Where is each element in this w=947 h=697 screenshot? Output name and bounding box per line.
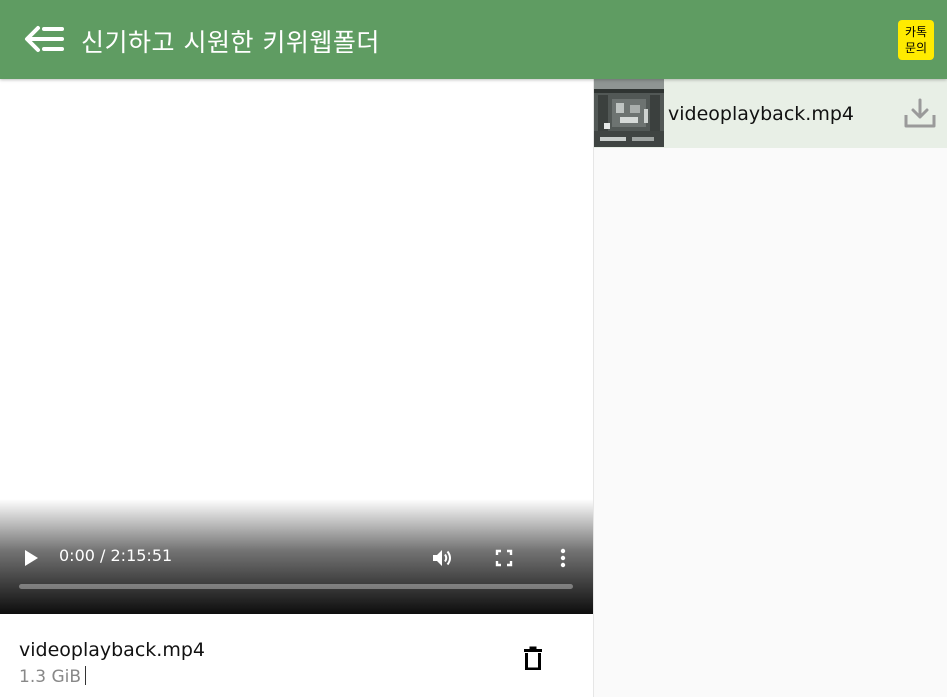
volume-icon — [433, 550, 451, 566]
time-display: 0:00 / 2:15:51 — [59, 546, 173, 565]
file-info: videoplayback.mp4 1.3 GiB — [0, 614, 593, 697]
download-button[interactable] — [902, 95, 938, 131]
more-vertical-icon — [560, 548, 566, 568]
file-size-row: 1.3 GiB — [19, 666, 86, 687]
more-options-button[interactable] — [550, 543, 576, 573]
back-button[interactable] — [22, 22, 66, 56]
kakao-inquiry-button[interactable]: 카톡 문의 — [898, 20, 934, 60]
separator-bar — [85, 666, 86, 685]
app-root: 신기하고 시원한 키위웹폴더 카톡 문의 0:00 / 2:15:51 vide… — [0, 0, 947, 697]
page-title: 신기하고 시원한 키위웹폴더 — [81, 28, 380, 57]
arrow-left-lines-icon — [25, 26, 64, 52]
download-icon — [904, 98, 936, 128]
video-thumbnail — [594, 79, 664, 147]
viewer-pane: 0:00 / 2:15:51 videoplayback.mp4 1.3 GiB — [0, 79, 593, 697]
trash-icon — [524, 646, 542, 670]
file-size: 1.3 GiB — [19, 667, 81, 687]
file-list-pane: videoplayback.mp4 — [593, 79, 947, 697]
kakao-label-line1: 카톡 — [904, 25, 928, 39]
fullscreen-button[interactable] — [489, 543, 519, 573]
delete-button[interactable] — [518, 642, 548, 674]
fullscreen-icon — [495, 549, 513, 567]
video-player[interactable]: 0:00 / 2:15:51 — [0, 79, 593, 614]
video-controls: 0:00 / 2:15:51 — [0, 499, 593, 614]
list-item-name: videoplayback.mp4 — [668, 103, 854, 125]
top-app-bar: 신기하고 시원한 키위웹폴더 카톡 문의 — [0, 0, 947, 79]
volume-button[interactable] — [428, 543, 458, 573]
list-item[interactable]: videoplayback.mp4 — [594, 79, 947, 148]
kakao-label-line2: 문의 — [904, 41, 928, 55]
play-icon — [25, 550, 38, 566]
file-name: videoplayback.mp4 — [19, 639, 205, 661]
seek-bar[interactable] — [19, 584, 573, 589]
play-button[interactable] — [16, 543, 46, 573]
